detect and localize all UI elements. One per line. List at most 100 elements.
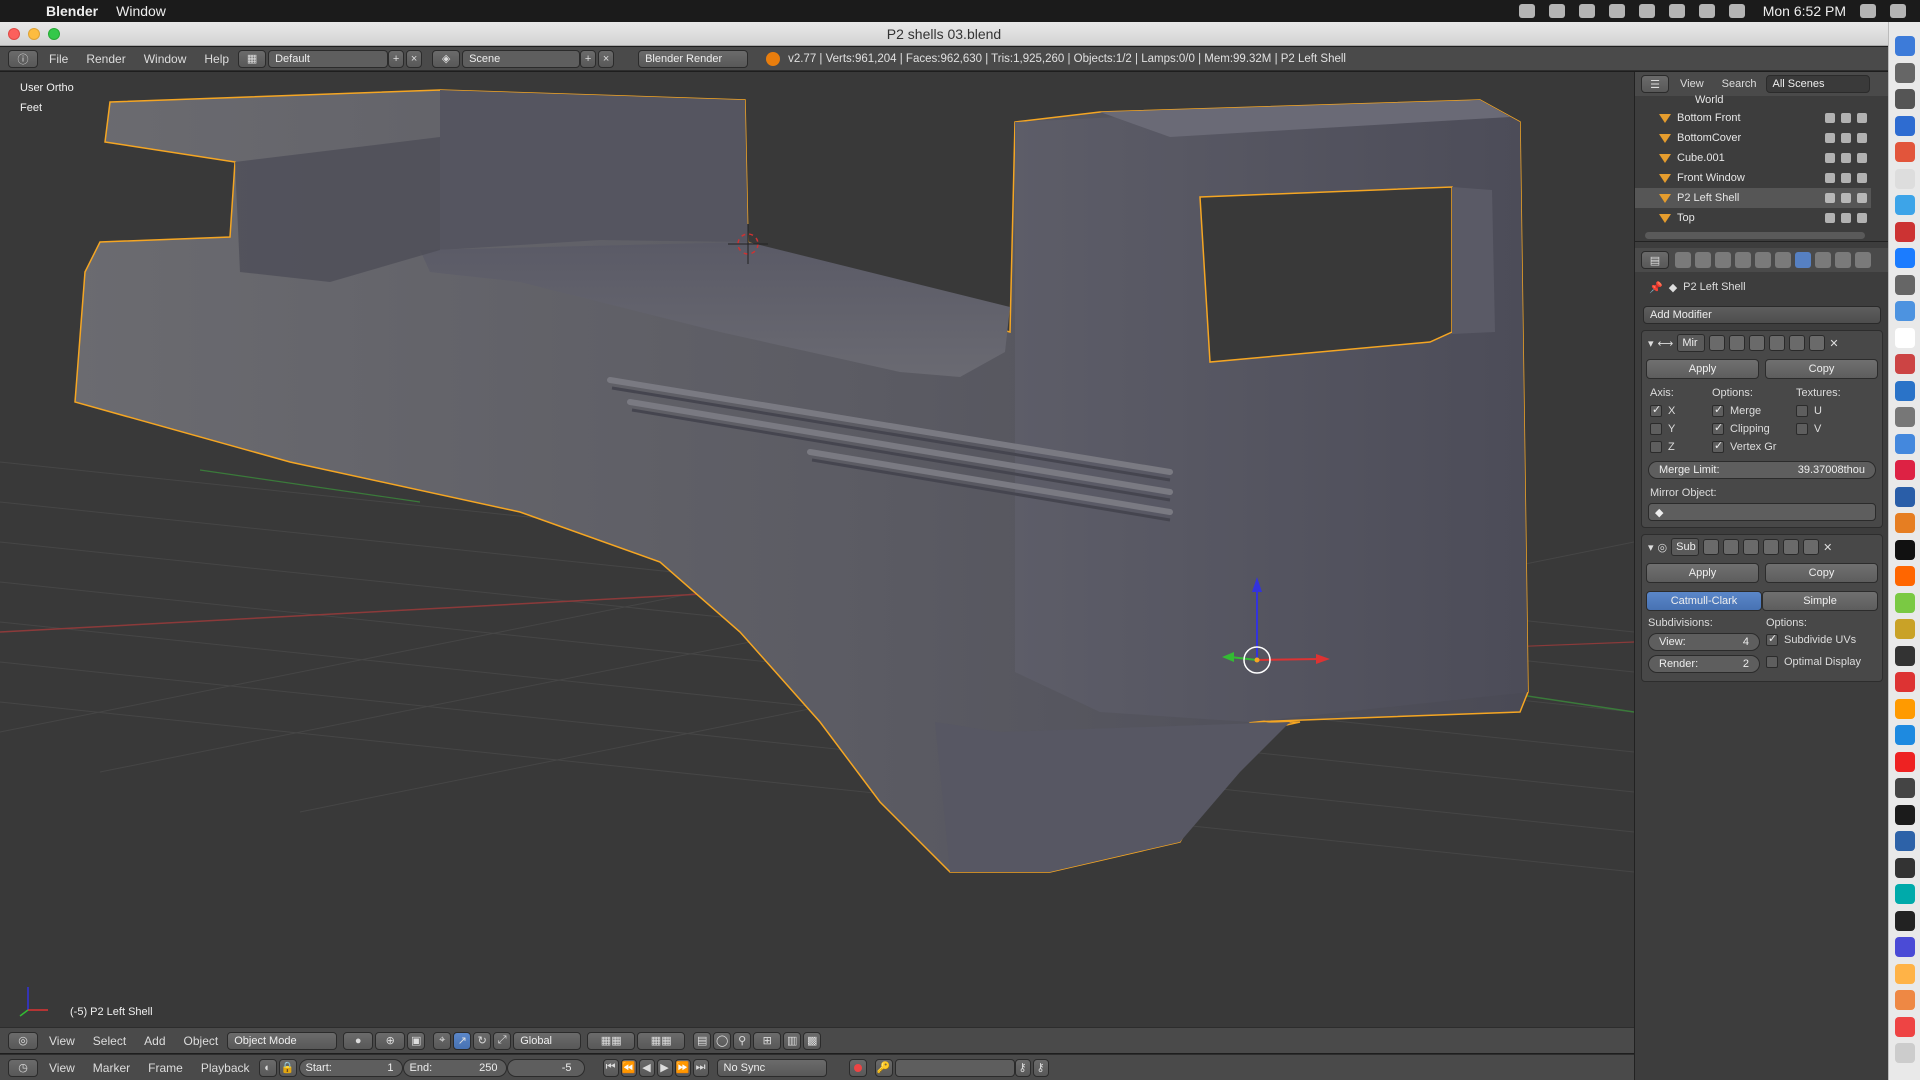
- visibility-eye-icon[interactable]: [1825, 213, 1835, 223]
- dock-app-icon[interactable]: [1895, 89, 1915, 109]
- outliner-scope-dropdown[interactable]: All Scenes: [1765, 75, 1870, 93]
- dock-app-icon[interactable]: [1895, 354, 1915, 374]
- subdivide-uvs-checkbox[interactable]: Subdivide UVs: [1766, 632, 1876, 646]
- select-arrow-icon[interactable]: [1841, 193, 1851, 203]
- layers-grid-2-icon[interactable]: ▦▦: [637, 1031, 686, 1050]
- rotate-icon[interactable]: ↻: [473, 1031, 492, 1050]
- dock-app-icon[interactable]: [1895, 1016, 1915, 1037]
- spotlight-icon[interactable]: [1860, 4, 1876, 18]
- proportional-edit-icon[interactable]: ◯: [713, 1031, 732, 1050]
- show-cage-icon[interactable]: [1763, 539, 1780, 555]
- mirror-apply-button[interactable]: Apply: [1646, 359, 1759, 379]
- dock-app-icon[interactable]: [1895, 62, 1915, 83]
- 3d-viewport[interactable]: User Ortho Feet (-5) P2 Left Shell: [0, 72, 1634, 1028]
- jump-keyframe-back-icon[interactable]: ⏪: [620, 1058, 637, 1077]
- dock-app-icon[interactable]: [1895, 725, 1915, 745]
- show-editmode-icon[interactable]: [1749, 335, 1766, 351]
- outliner-item-bottomcover[interactable]: BottomCover: [1635, 128, 1871, 148]
- modifiers-tab-icon[interactable]: [1795, 252, 1811, 268]
- current-frame-field[interactable]: -5: [506, 1058, 585, 1077]
- show-viewport-icon[interactable]: [1729, 335, 1746, 351]
- keying-set-field[interactable]: [894, 1058, 1015, 1077]
- subsurf-copy-button[interactable]: Copy: [1765, 563, 1878, 583]
- visibility-eye-icon[interactable]: [1825, 133, 1835, 143]
- render-camera-icon[interactable]: [1857, 133, 1867, 143]
- play-reverse-icon[interactable]: ◀: [638, 1058, 655, 1077]
- select-arrow-icon[interactable]: [1841, 113, 1851, 123]
- preview-range-icon[interactable]: ◐: [258, 1058, 277, 1077]
- view-subdivisions-field[interactable]: View: 4: [1648, 633, 1760, 651]
- texture-v-checkbox[interactable]: V: [1796, 422, 1880, 435]
- snap-element-icon[interactable]: ⊞: [753, 1031, 782, 1050]
- dock-app-icon[interactable]: [1895, 327, 1915, 348]
- delete-keyframe-icon[interactable]: ⚷: [1032, 1058, 1049, 1077]
- orientation-dropdown[interactable]: Global: [513, 1031, 582, 1050]
- visibility-eye-icon[interactable]: [1825, 113, 1835, 123]
- dock-app-icon[interactable]: [1895, 36, 1915, 56]
- wifi-icon[interactable]: [1698, 4, 1715, 18]
- add-modifier-dropdown[interactable]: Add Modifier: [1643, 306, 1881, 324]
- jump-start-icon[interactable]: ⏮: [602, 1058, 619, 1077]
- menu-render[interactable]: Render: [86, 52, 125, 66]
- scene-icon[interactable]: ◈: [432, 49, 461, 68]
- menu-help[interactable]: Help: [204, 52, 229, 66]
- dock-app-icon[interactable]: [1895, 619, 1915, 639]
- dock-app-icon[interactable]: [1895, 566, 1915, 586]
- snap-icon[interactable]: ⚲: [733, 1031, 752, 1050]
- select-arrow-icon[interactable]: [1841, 133, 1851, 143]
- dock-app-icon[interactable]: [1895, 380, 1915, 401]
- texture-u-checkbox[interactable]: U: [1796, 404, 1880, 417]
- record-icon[interactable]: [848, 1058, 867, 1077]
- outliner-item-p2-left-shell[interactable]: P2 Left Shell: [1635, 188, 1871, 208]
- play-icon[interactable]: ▶: [656, 1058, 673, 1077]
- menu-frame[interactable]: Frame: [148, 1061, 183, 1075]
- layers-grid-1-icon[interactable]: ▦▦: [587, 1031, 636, 1050]
- limit-selection-icon[interactable]: ▣: [407, 1031, 426, 1050]
- dock-app-icon[interactable]: [1895, 195, 1915, 215]
- menu-add[interactable]: Add: [144, 1034, 165, 1048]
- pivot-icon[interactable]: ⊕: [375, 1031, 406, 1050]
- dock-app-icon[interactable]: [1895, 539, 1915, 560]
- dock-app-icon[interactable]: [1895, 486, 1915, 507]
- show-cage-icon[interactable]: [1769, 335, 1786, 351]
- vertex-groups-checkbox[interactable]: Vertex Gr: [1712, 439, 1796, 453]
- show-render-icon[interactable]: [1709, 335, 1726, 351]
- drive-icon[interactable]: [1518, 4, 1535, 18]
- dock-app-icon[interactable]: [1895, 274, 1915, 295]
- editor-type-timeline-icon[interactable]: ◷: [8, 1058, 38, 1077]
- optimal-display-checkbox[interactable]: Optimal Display: [1766, 655, 1876, 668]
- clipping-checkbox[interactable]: Clipping: [1712, 421, 1796, 435]
- screen-layout-field[interactable]: Default: [268, 49, 389, 68]
- keying-set-icon[interactable]: 🔑: [874, 1058, 893, 1077]
- add-scene-button[interactable]: +: [580, 49, 597, 68]
- catmull-clark-button[interactable]: Catmull-Clark: [1646, 591, 1762, 611]
- window-menu[interactable]: Window: [116, 3, 166, 19]
- menu-file[interactable]: File: [49, 52, 68, 66]
- app-menu[interactable]: Blender: [46, 3, 98, 19]
- dock-app-icon[interactable]: [1895, 831, 1915, 851]
- material-tab-icon[interactable]: [1835, 252, 1851, 268]
- menu-marker[interactable]: Marker: [93, 1061, 130, 1075]
- dock-app-icon[interactable]: [1895, 778, 1915, 798]
- dock-app-icon[interactable]: [1895, 168, 1915, 189]
- dock-app-icon[interactable]: [1895, 142, 1915, 162]
- dock-app-icon[interactable]: [1895, 115, 1915, 136]
- dock-app-icon[interactable]: [1895, 248, 1915, 268]
- remove-modifier-icon[interactable]: ✕: [1823, 541, 1832, 554]
- opengl-anim-icon[interactable]: ▩: [803, 1031, 822, 1050]
- translate-icon[interactable]: ↗: [453, 1031, 472, 1050]
- menu-timeline-view[interactable]: View: [49, 1061, 75, 1075]
- dock-app-icon[interactable]: [1895, 963, 1915, 984]
- simple-button[interactable]: Simple: [1762, 591, 1878, 611]
- dropbox-icon[interactable]: [1578, 4, 1595, 18]
- jump-end-icon[interactable]: ⏭: [692, 1058, 709, 1077]
- render-camera-icon[interactable]: [1857, 173, 1867, 183]
- editor-type-outliner-icon[interactable]: ☰: [1641, 75, 1669, 93]
- shading-solid-icon[interactable]: ●: [343, 1031, 374, 1050]
- mirror-object-field[interactable]: ◆: [1648, 503, 1876, 521]
- opengl-render-icon[interactable]: ▥: [783, 1031, 802, 1050]
- menu-select[interactable]: Select: [93, 1034, 126, 1048]
- manipulator-icon[interactable]: ⌖: [433, 1031, 452, 1050]
- world-tab-icon[interactable]: [1735, 252, 1751, 268]
- remove-modifier-icon[interactable]: ✕: [1829, 337, 1838, 350]
